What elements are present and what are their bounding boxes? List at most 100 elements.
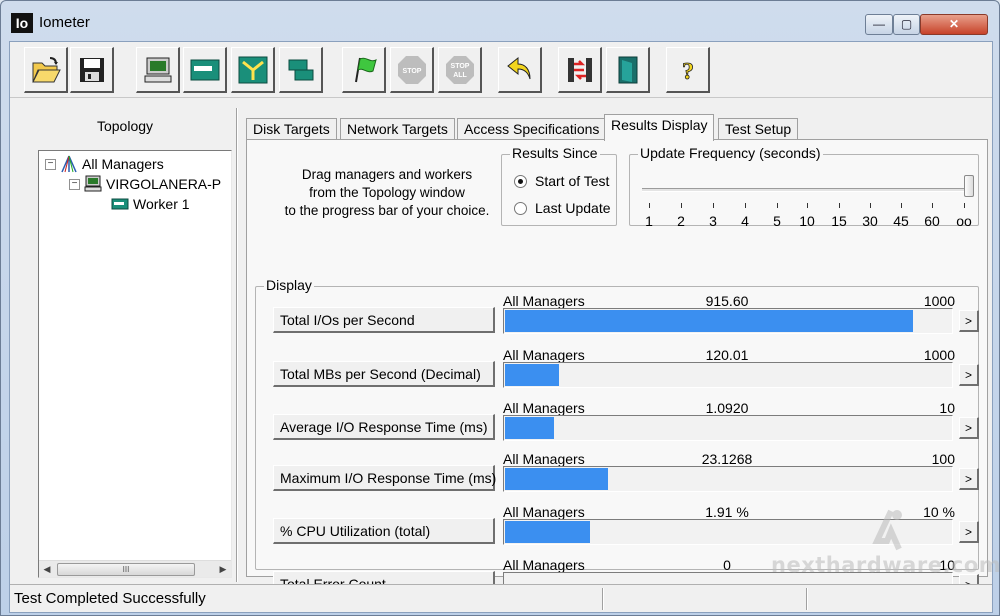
tree-node-worker[interactable]: Worker 1 [111,195,190,213]
display-value: 0 [723,557,731,573]
status-text: Test Completed Successfully [14,590,206,607]
slider-tick [807,203,808,208]
disk-worker-icon [190,59,219,80]
network-worker-icon [238,56,267,83]
start-tests-button[interactable] [342,47,386,93]
maximize-button[interactable]: ▢ [893,14,920,35]
radio-button[interactable] [514,201,527,215]
folder-open-icon [31,56,61,82]
tick-label: 45 [893,213,909,229]
title-bar[interactable]: Io Iometer — ▢ ✕ [1,1,999,41]
slider-tick [713,203,714,208]
progress-bar-fill [505,468,608,490]
radio-button-selected[interactable] [514,174,527,188]
exit-button[interactable] [606,47,650,93]
new-network-worker-button[interactable] [231,47,275,93]
tab-test-setup[interactable]: Test Setup [718,118,799,140]
display-metric-button[interactable]: Total I/Os per Second [273,307,495,333]
tree-node-all-managers[interactable]: − All Managers [45,155,164,173]
progress-bar[interactable] [503,415,953,441]
tick-label: oo [956,213,972,229]
collapse-expander[interactable]: − [69,178,80,190]
progress-bar[interactable] [503,362,953,388]
display-value: 120.01 [705,347,749,363]
slider-tick [681,203,682,208]
disconnect-managers-button[interactable] [558,47,602,93]
topology-panel: Topology − All Managers − VIRGOLANERA-P … [18,108,232,578]
display-scope-label: All Managers [503,347,585,363]
stop-all-label-bottom: ALL [453,72,467,79]
radio-start-of-test[interactable]: Start of Test [514,173,609,189]
radio-last-update[interactable]: Last Update [514,200,611,216]
display-metric-button[interactable]: Maximum I/O Response Time (ms) [273,465,496,491]
scroll-left-arrow-icon[interactable]: ◀ [39,562,55,577]
update-frequency-slider-thumb[interactable] [964,175,974,197]
tab-network-targets[interactable]: Network Targets [340,118,455,140]
tab-access-specifications[interactable]: Access Specifications [457,118,607,140]
display-scope-label: All Managers [503,293,585,309]
progress-bar-fill [505,364,559,386]
question-mark-glyph: ? [682,59,694,85]
tick-label: 1 [645,213,653,229]
progress-bar[interactable] [503,308,953,334]
radio-label: Start of Test [535,173,610,189]
update-frequency-legend: Update Frequency (seconds) [638,145,823,161]
update-frequency-slider-track[interactable] [642,188,968,192]
close-button[interactable]: ✕ [920,14,988,35]
display-legend: Display [264,277,314,293]
display-value: 915.60 [705,293,749,309]
display-select-arrow-button[interactable]: > [959,364,979,386]
floppy-disk-icon [79,57,104,82]
slider-tick [649,203,650,208]
topology-tree[interactable]: − All Managers − VIRGOLANERA-P Worker 1 … [38,150,232,578]
progress-bar[interactable] [503,466,953,492]
new-disk-worker-button[interactable] [183,47,227,93]
duplicate-worker-button[interactable] [279,47,323,93]
collapse-expander[interactable]: − [45,158,56,170]
tick-label: 10 [799,213,815,229]
slider-tick [839,203,840,208]
tree-label-manager: VIRGOLANERA-P [106,176,222,192]
stop-test-button[interactable]: STOP [390,47,434,93]
display-metric-button[interactable]: Total MBs per Second (Decimal) [273,361,495,387]
toolbar: STOP STOP ALL ? [10,42,992,98]
display-select-arrow-button[interactable]: > [959,468,979,490]
open-config-button[interactable] [24,47,68,93]
stop-icon-label: STOP [402,68,421,75]
tab-results-display[interactable]: Results Display [604,114,715,141]
stop-all-button[interactable]: STOP ALL [438,47,482,93]
display-select-arrow-button[interactable]: > [959,521,979,543]
scroll-right-arrow-icon[interactable]: ▶ [215,562,231,577]
tab-disk-targets[interactable]: Disk Targets [246,118,337,140]
new-manager-button[interactable] [136,47,180,93]
display-select-arrow-button[interactable]: > [959,310,979,332]
window-title: Iometer [39,14,90,31]
scroll-thumb[interactable]: III [57,563,195,576]
instruction-line: to the progress bar of your choice. [284,203,490,218]
app-icon: Io [11,13,33,33]
slider-tick [932,203,933,208]
tick-label: 60 [924,213,940,229]
update-frequency-group: Update Frequency (seconds) 1 2 3 4 5 10 … [629,145,979,229]
horizontal-scrollbar[interactable]: ◀ III ▶ [39,560,231,577]
instruction-line: from the Topology window [309,185,465,200]
question-mark-icon: ? [681,58,694,85]
display-scope-label: All Managers [503,400,585,416]
minimize-button[interactable]: — [865,14,893,35]
tree-node-manager[interactable]: − VIRGOLANERA-P [69,175,221,193]
tick-label: 4 [741,213,749,229]
drag-instructions: Drag managers and workers from the Topol… [267,166,507,220]
display-metric-button[interactable]: Average I/O Response Time (ms) [273,414,495,440]
progress-bar[interactable] [503,519,953,545]
splitter[interactable] [236,108,238,582]
save-config-button[interactable] [70,47,114,93]
results-since-group: Results Since Start of Test Last Update [501,145,617,226]
reset-workers-button[interactable] [498,47,542,93]
display-metric-button[interactable]: % CPU Utilization (total) [273,518,495,544]
about-button[interactable]: ? [666,47,710,93]
computer-icon [84,175,102,192]
status-separator [806,588,808,610]
display-select-arrow-button[interactable]: > [959,417,979,439]
slider-tick [745,203,746,208]
all-managers-icon [61,155,77,173]
